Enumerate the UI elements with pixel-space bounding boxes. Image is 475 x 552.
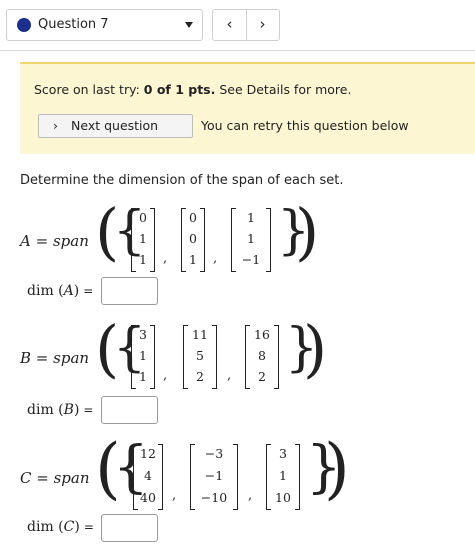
- caret-down-icon: [185, 22, 193, 28]
- dim-word: dim: [27, 519, 54, 535]
- vector: 3 1 1: [131, 325, 155, 389]
- comma: ,: [163, 251, 168, 266]
- dim-word: dim: [27, 283, 54, 299]
- dim-c-label: dim (C) =: [27, 519, 94, 535]
- vector-entry: 0: [189, 231, 197, 246]
- vector: 1 1 −1: [231, 208, 271, 272]
- right-paren: ): [303, 312, 328, 385]
- vector-entry: 1: [247, 210, 255, 225]
- score-line: Score on last try: 0 of 1 pts. See Detai…: [34, 82, 351, 97]
- right-paren: ): [324, 430, 350, 507]
- vector-entry: 1: [139, 348, 147, 363]
- score-suffix: See Details for more.: [215, 82, 352, 97]
- vector: −3 −1 −10: [190, 444, 238, 510]
- vector-entry: 40: [140, 490, 156, 505]
- set-a-span: span: [52, 232, 89, 250]
- comma: ,: [172, 488, 177, 503]
- comma: ,: [163, 368, 168, 383]
- comma: ,: [227, 368, 232, 383]
- score-panel: Score on last try: 0 of 1 pts. See Detai…: [20, 62, 475, 154]
- set-b-span: span: [53, 349, 90, 367]
- vector-entry: −3: [204, 446, 224, 461]
- dim-word: dim: [27, 402, 54, 418]
- dim-a-label: dim (A) =: [27, 283, 94, 299]
- vector-entry: 1: [247, 231, 255, 246]
- vector-entry: 3: [279, 446, 287, 461]
- vector-entry: 2: [258, 369, 266, 384]
- vector: 16 8 2: [245, 325, 279, 389]
- chevron-right-icon: ›: [53, 118, 58, 133]
- vector-entry: 1: [139, 252, 147, 267]
- vector-entry: −1: [204, 468, 224, 483]
- vector-entry: 0: [189, 210, 197, 225]
- vector-entry: 1: [189, 252, 197, 267]
- set-c-span: span: [53, 469, 90, 487]
- dim-set-name: C: [63, 519, 75, 535]
- vector-entry: 1: [139, 369, 147, 384]
- set-b: B = span ( { 3 1 1 , 11 5 2 , 16 8 2 } )…: [0, 318, 475, 430]
- set-b-label: B = span: [20, 349, 90, 367]
- score-prefix: Score on last try:: [34, 82, 144, 97]
- question-prompt: Determine the dimension of the span of e…: [20, 173, 344, 188]
- dim-set-name: B: [63, 402, 74, 418]
- vector: 0 0 1: [181, 208, 205, 272]
- dim-b-label: dim (B) =: [27, 402, 94, 418]
- question-arrows: ‹ ›: [212, 9, 280, 41]
- vector: 12 4 40: [133, 444, 163, 510]
- vector: 11 5 2: [183, 325, 217, 389]
- vector-entry: 12: [140, 446, 156, 461]
- set-c: C = span ( { 12 4 40 , −3 −1 −10 , 3 1 1…: [0, 430, 475, 550]
- dim-c-input[interactable]: [101, 514, 158, 542]
- vector-entry: −10: [200, 490, 228, 505]
- set-a-name: A: [20, 232, 31, 250]
- set-c-name: C: [20, 469, 32, 487]
- vector: 0 1 1: [131, 208, 155, 272]
- vector-entry: 5: [196, 348, 204, 363]
- next-question-button[interactable]: › Next question: [38, 114, 193, 138]
- vector-entry: 3: [139, 327, 147, 342]
- set-b-name: B: [20, 349, 32, 367]
- previous-question-button[interactable]: ‹: [213, 10, 247, 40]
- right-paren: ): [295, 195, 320, 268]
- score-value: 0 of 1 pts.: [143, 82, 216, 97]
- vector-entry: 1: [279, 468, 287, 483]
- set-a: A = span ( { 0 1 1 , 0 0 1 , 1 1 −1 } ) …: [0, 201, 475, 315]
- dim-set-name: A: [63, 283, 74, 299]
- comma: ,: [213, 251, 218, 266]
- vector-entry: 2: [196, 369, 204, 384]
- comma: ,: [248, 488, 253, 503]
- vector-entry: −1: [241, 252, 261, 267]
- question-select[interactable]: Question 7: [6, 9, 203, 41]
- status-dot-icon: [17, 18, 31, 32]
- question-nav-bar: Question 7 ‹ ›: [0, 0, 475, 51]
- retry-message: You can retry this question below: [201, 118, 409, 133]
- vector-entry: 0: [139, 210, 147, 225]
- vector-entry: 4: [144, 468, 152, 483]
- dim-b-input[interactable]: [101, 396, 158, 424]
- vector-entry: 16: [254, 327, 270, 342]
- next-question-label: Next question: [71, 118, 159, 133]
- vector-entry: 1: [139, 231, 147, 246]
- next-question-arrow-button[interactable]: ›: [246, 10, 279, 40]
- set-c-label: C = span: [20, 469, 90, 487]
- vector: 3 1 10: [266, 444, 300, 510]
- vector-entry: 10: [275, 490, 291, 505]
- set-a-label: A = span: [20, 232, 89, 250]
- question-select-label: Question 7: [38, 17, 109, 32]
- dim-a-input[interactable]: [101, 277, 158, 305]
- vector-entry: 11: [192, 327, 208, 342]
- vector-entry: 8: [258, 348, 266, 363]
